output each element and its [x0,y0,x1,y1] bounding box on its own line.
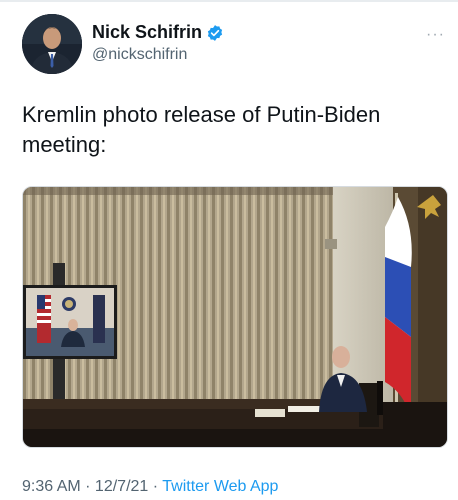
display-name-text: Nick Schifrin [92,22,203,42]
tweet-text: Kremlin photo release of Putin-Biden mee… [22,102,381,157]
handle[interactable]: @nickschifrin [92,46,187,64]
more-options-icon[interactable]: ··· [426,26,445,44]
verified-badge-icon [206,24,224,42]
tweet-time[interactable]: 9:36 AM [22,478,81,495]
photo-icon [23,187,447,447]
meta-separator: · [80,478,95,495]
avatar[interactable] [22,14,82,74]
tweet-source[interactable]: Twitter Web App [162,478,278,495]
tweet-date[interactable]: 12/7/21 [95,478,148,495]
meta-separator: · [148,478,163,495]
tweet-meta: 9:36 AM · 12/7/21 · Twitter Web App [22,478,278,496]
tweet-photo[interactable] [22,186,448,448]
top-divider [0,0,458,2]
display-name[interactable]: Nick Schifrin [92,22,224,43]
profile-photo-icon [22,14,82,74]
